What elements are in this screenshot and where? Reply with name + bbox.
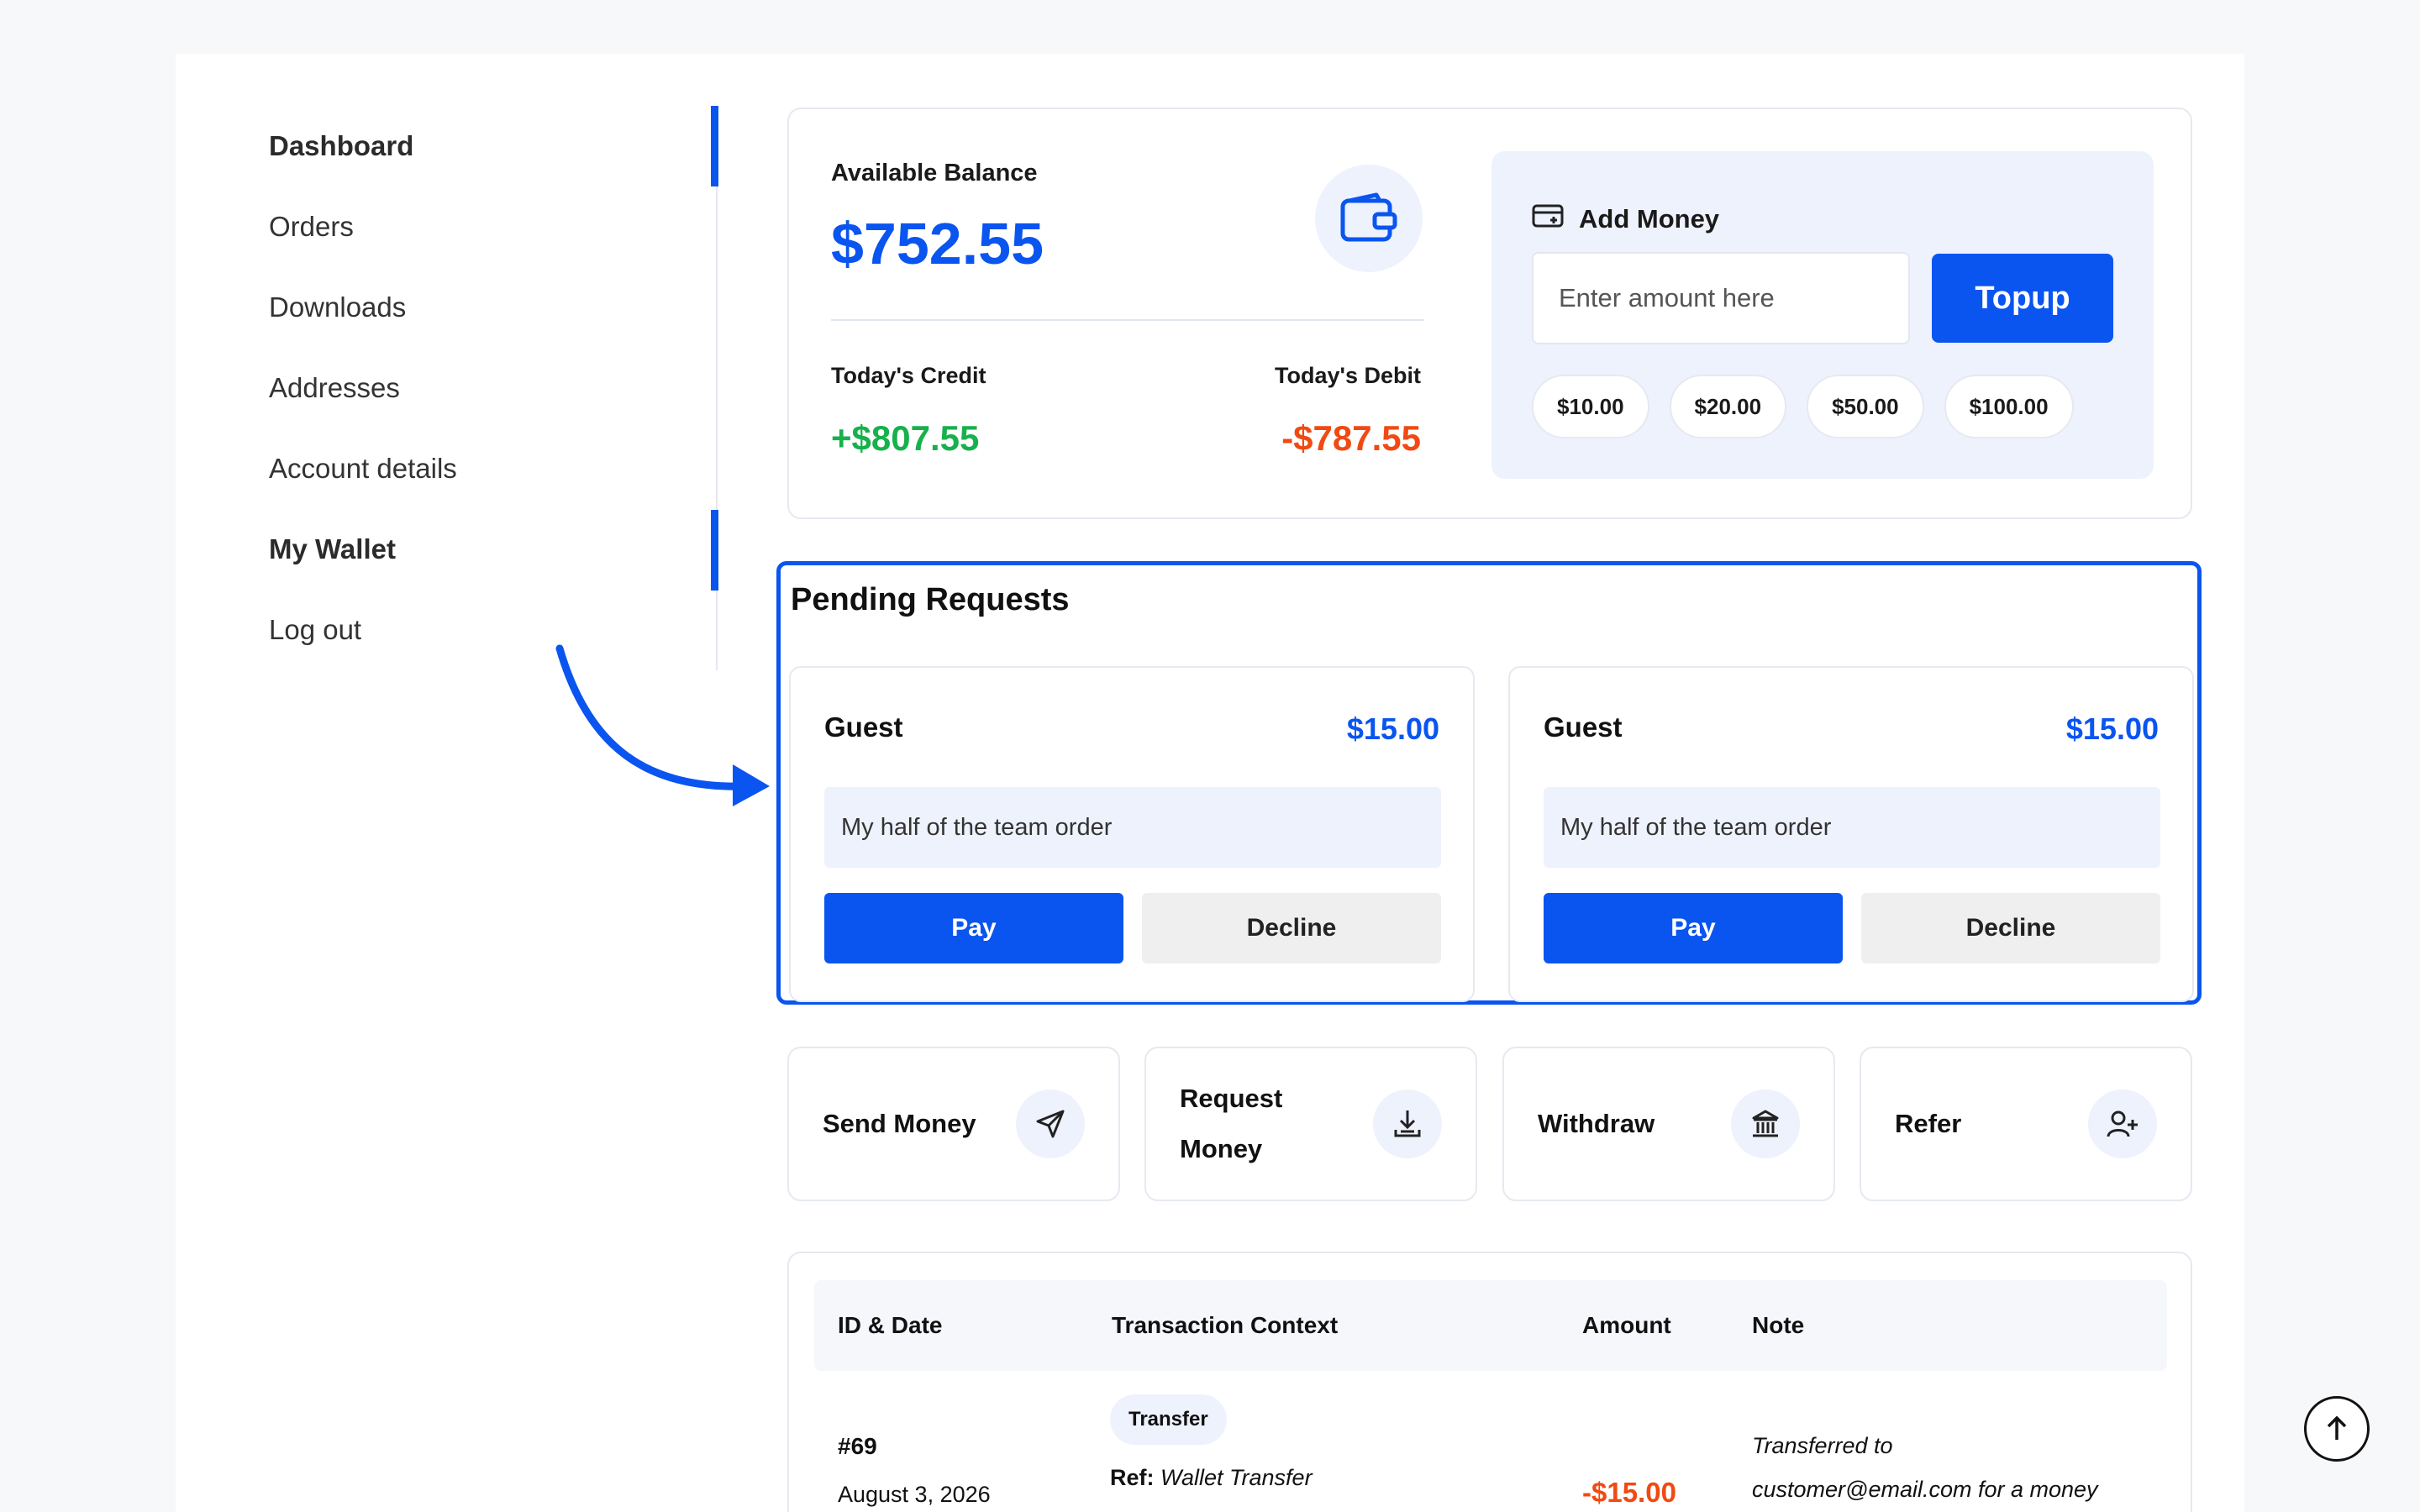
transaction-ref: Ref: Wallet Transfer — [1110, 1465, 1313, 1491]
pay-button[interactable]: Pay — [824, 893, 1123, 963]
request-card: Guest $15.00 My half of the team order P… — [1508, 666, 2194, 1002]
todays-debit-label: Today's Debit — [1275, 363, 1421, 388]
transaction-amount: -$15.00 — [1582, 1477, 1676, 1508]
tile-label: Request Money — [1180, 1084, 1283, 1163]
requester-name: Guest — [1544, 711, 1623, 743]
sidebar-active-marker — [711, 106, 718, 186]
decline-button[interactable]: Decline — [1861, 893, 2160, 963]
sidebar-active-marker — [711, 510, 718, 591]
amount-input[interactable] — [1532, 252, 1910, 344]
withdraw-tile[interactable]: Withdraw — [1502, 1047, 1835, 1201]
add-money-panel: Add Money Topup $10.00 $20.00 $50.00 $10… — [1491, 151, 2154, 479]
column-header-id-date: ID & Date — [838, 1312, 943, 1338]
balance-divider — [831, 319, 1424, 321]
transaction-note-line: customer@email.com for a money — [1752, 1477, 2098, 1502]
download-icon — [1373, 1089, 1442, 1158]
pending-requests-title: Pending Requests — [791, 582, 1070, 617]
request-note: My half of the team order — [1544, 787, 2160, 868]
transaction-note-line: Transferred to — [1752, 1433, 1893, 1458]
sidebar-item-account-details[interactable]: Account details — [269, 440, 723, 521]
todays-debit-value: -$787.55 — [1281, 418, 1421, 458]
preset-amount-chip[interactable]: $50.00 — [1807, 375, 1924, 438]
pay-button[interactable]: Pay — [1544, 893, 1843, 963]
decline-button[interactable]: Decline — [1142, 893, 1441, 963]
sidebar-item-addresses[interactable]: Addresses — [269, 360, 723, 440]
request-note: My half of the team order — [824, 787, 1441, 868]
sidebar-item-my-wallet[interactable]: My Wallet — [269, 521, 723, 601]
available-balance-value: $752.55 — [831, 211, 1044, 276]
scroll-to-top-button[interactable] — [2304, 1396, 2370, 1462]
add-money-title: Add Money — [1532, 203, 1719, 235]
tile-label: Refer — [1895, 1109, 1962, 1138]
account-sidebar: Dashboard Orders Downloads Addresses Acc… — [269, 118, 723, 682]
wallet-icon — [1315, 165, 1423, 272]
transaction-id: #69 — [838, 1433, 877, 1459]
column-header-note: Note — [1752, 1312, 1805, 1338]
transaction-type-badge: Transfer — [1110, 1394, 1227, 1445]
bank-icon — [1731, 1089, 1800, 1158]
sidebar-item-orders[interactable]: Orders — [269, 198, 723, 279]
send-icon — [1016, 1089, 1085, 1158]
card-add-icon — [1532, 203, 1564, 235]
preset-amount-chip[interactable]: $10.00 — [1532, 375, 1649, 438]
table-header: ID & Date Transaction Context Amount Not… — [814, 1280, 2167, 1371]
column-header-amount: Amount — [1582, 1312, 1671, 1338]
topup-button[interactable]: Topup — [1932, 254, 2113, 343]
preset-amount-chips: $10.00 $20.00 $50.00 $100.00 — [1532, 375, 2074, 438]
arrow-up-icon — [2327, 1415, 2347, 1440]
preset-amount-chip[interactable]: $20.00 — [1669, 375, 1787, 438]
column-header-context: Transaction Context — [1112, 1312, 1339, 1338]
annotation-arrow-icon — [555, 644, 770, 806]
add-money-title-text: Add Money — [1579, 204, 1720, 234]
request-amount: $15.00 — [2065, 711, 2159, 746]
balance-card: Available Balance $752.55 Today's Credit… — [787, 108, 2192, 519]
tile-label: Withdraw — [1538, 1109, 1655, 1138]
refer-tile[interactable]: Refer — [1860, 1047, 2192, 1201]
request-amount: $15.00 — [1346, 711, 1439, 746]
pending-requests-section: Pending Requests Guest $15.00 My half of… — [776, 561, 2202, 1005]
user-plus-icon — [2088, 1089, 2157, 1158]
todays-credit-value: +$807.55 — [831, 418, 980, 458]
available-balance-label: Available Balance — [831, 160, 1038, 186]
send-money-tile[interactable]: Send Money — [787, 1047, 1120, 1201]
request-money-tile[interactable]: Request Money — [1144, 1047, 1477, 1201]
sidebar-item-dashboard[interactable]: Dashboard — [269, 118, 723, 198]
transactions-table: ID & Date Transaction Context Amount Not… — [787, 1252, 2192, 1512]
request-card: Guest $15.00 My half of the team order P… — [789, 666, 1475, 1002]
transaction-date: August 3, 2026 — [838, 1482, 991, 1507]
ref-value: Wallet Transfer — [1160, 1465, 1313, 1490]
preset-amount-chip[interactable]: $100.00 — [1944, 375, 2074, 438]
tile-label: Send Money — [823, 1109, 976, 1138]
requester-name: Guest — [824, 711, 903, 743]
sidebar-item-downloads[interactable]: Downloads — [269, 279, 723, 360]
todays-credit-label: Today's Credit — [831, 363, 986, 388]
ref-label: Ref: — [1110, 1465, 1155, 1490]
